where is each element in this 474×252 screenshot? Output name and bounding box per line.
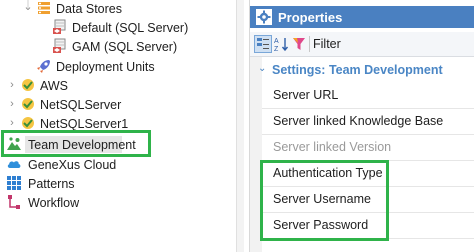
funnel-icon (293, 38, 305, 50)
data-stores-icon (38, 2, 50, 14)
filter-toggle-button[interactable] (291, 35, 307, 53)
categorized-view-button[interactable] (254, 35, 272, 53)
properties-gear-icon (256, 9, 272, 25)
database-icon (53, 38, 66, 53)
cloud-icon (7, 161, 21, 168)
property-label: Server URL (273, 88, 339, 102)
property-row-server-username[interactable]: Server Username (262, 187, 474, 213)
property-label: Server Username (273, 192, 371, 206)
tree-item-workflow[interactable]: Workflow (0, 193, 236, 211)
properties-toolbar: A Z Filter (250, 32, 474, 57)
property-label: Server linked Knowledge Base (273, 114, 444, 128)
workflow-icon (8, 195, 20, 209)
chevron-down-icon[interactable]: ⌄ (22, 0, 34, 14)
tree-item-label: Patterns (28, 177, 75, 191)
tree-item-netsqlserver1[interactable]: › NetSQLServer1 (0, 114, 236, 132)
tree-item-label: Data Stores (56, 2, 123, 16)
toolbar-separator (309, 36, 310, 52)
sort-az-icon: A Z (274, 38, 289, 52)
property-grid-gutter (250, 57, 262, 252)
tree-item-label: Workflow (28, 196, 80, 210)
tree-item-label: Deployment Units (56, 60, 155, 74)
tree-item-label: Team Development (28, 138, 136, 152)
property-label: Server linked Version (273, 140, 392, 154)
property-row-server-password[interactable]: Server Password (262, 213, 474, 239)
tree-item-gam-sql-server[interactable]: GAM (SQL Server) (0, 37, 236, 55)
property-row-server-linked-version[interactable]: Server linked Version (262, 135, 474, 161)
tree-item-netsqlserver[interactable]: › NetSQLServer (0, 95, 236, 113)
rocket-icon (37, 60, 50, 73)
tree-item-label: AWS (40, 79, 69, 93)
property-label: Authentication Type (273, 166, 383, 180)
property-row-authentication-type[interactable]: Authentication Type (262, 161, 474, 187)
tree-item-patterns[interactable]: Patterns (0, 174, 236, 192)
property-row-server-url[interactable]: Server URL (262, 83, 474, 109)
svg-text:A: A (274, 38, 279, 45)
tree-item-label: GeneXus Cloud (28, 158, 117, 172)
categorized-icon (257, 38, 269, 49)
tree-item-team-development[interactable]: Team Development (0, 135, 236, 153)
team-development-icon (7, 137, 21, 150)
property-category-title[interactable]: Settings: Team Development (272, 63, 443, 77)
filter-label[interactable]: Filter (313, 36, 341, 52)
property-label: Server Password (273, 218, 369, 232)
tree-item-genexus-cloud[interactable]: GeneXus Cloud (0, 155, 236, 173)
tree-item-label: Default (SQL Server) (72, 21, 189, 35)
tree-item-label: NetSQLServer (40, 98, 122, 112)
cloud-node-icon (22, 117, 34, 129)
property-row-server-linked-kb[interactable]: Server linked Knowledge Base (262, 109, 474, 135)
cloud-node-icon (22, 98, 34, 110)
chevron-right-icon[interactable]: › (6, 97, 18, 111)
alphabetical-sort-button[interactable]: A Z (273, 35, 290, 53)
tree-item-label: NetSQLServer1 (40, 117, 129, 131)
patterns-icon (7, 176, 21, 190)
chevron-right-icon[interactable]: › (6, 116, 18, 130)
kb-tree: ⌄ Data Stores Default (SQL Server) GAM (… (0, 0, 236, 252)
tree-item-data-stores[interactable]: ⌄ Data Stores (0, 0, 236, 18)
properties-header-content: Properties (250, 6, 474, 28)
cloud-node-icon (22, 79, 34, 91)
tree-item-default-sql-server[interactable]: Default (SQL Server) (0, 18, 236, 36)
properties-title: Properties (278, 9, 343, 25)
tree-item-label: GAM (SQL Server) (72, 40, 178, 54)
panel-splitter[interactable] (236, 0, 244, 252)
tree-item-aws[interactable]: › AWS (0, 76, 236, 94)
database-icon (53, 19, 66, 34)
properties-panel: Properties A Z Filter ⌄ Settings: Team D… (249, 0, 474, 252)
svg-text:Z: Z (274, 46, 279, 52)
chevron-down-icon[interactable]: ⌄ (258, 63, 266, 74)
chevron-right-icon[interactable]: › (6, 78, 18, 92)
tree-item-deployment-units[interactable]: Deployment Units (0, 57, 236, 75)
